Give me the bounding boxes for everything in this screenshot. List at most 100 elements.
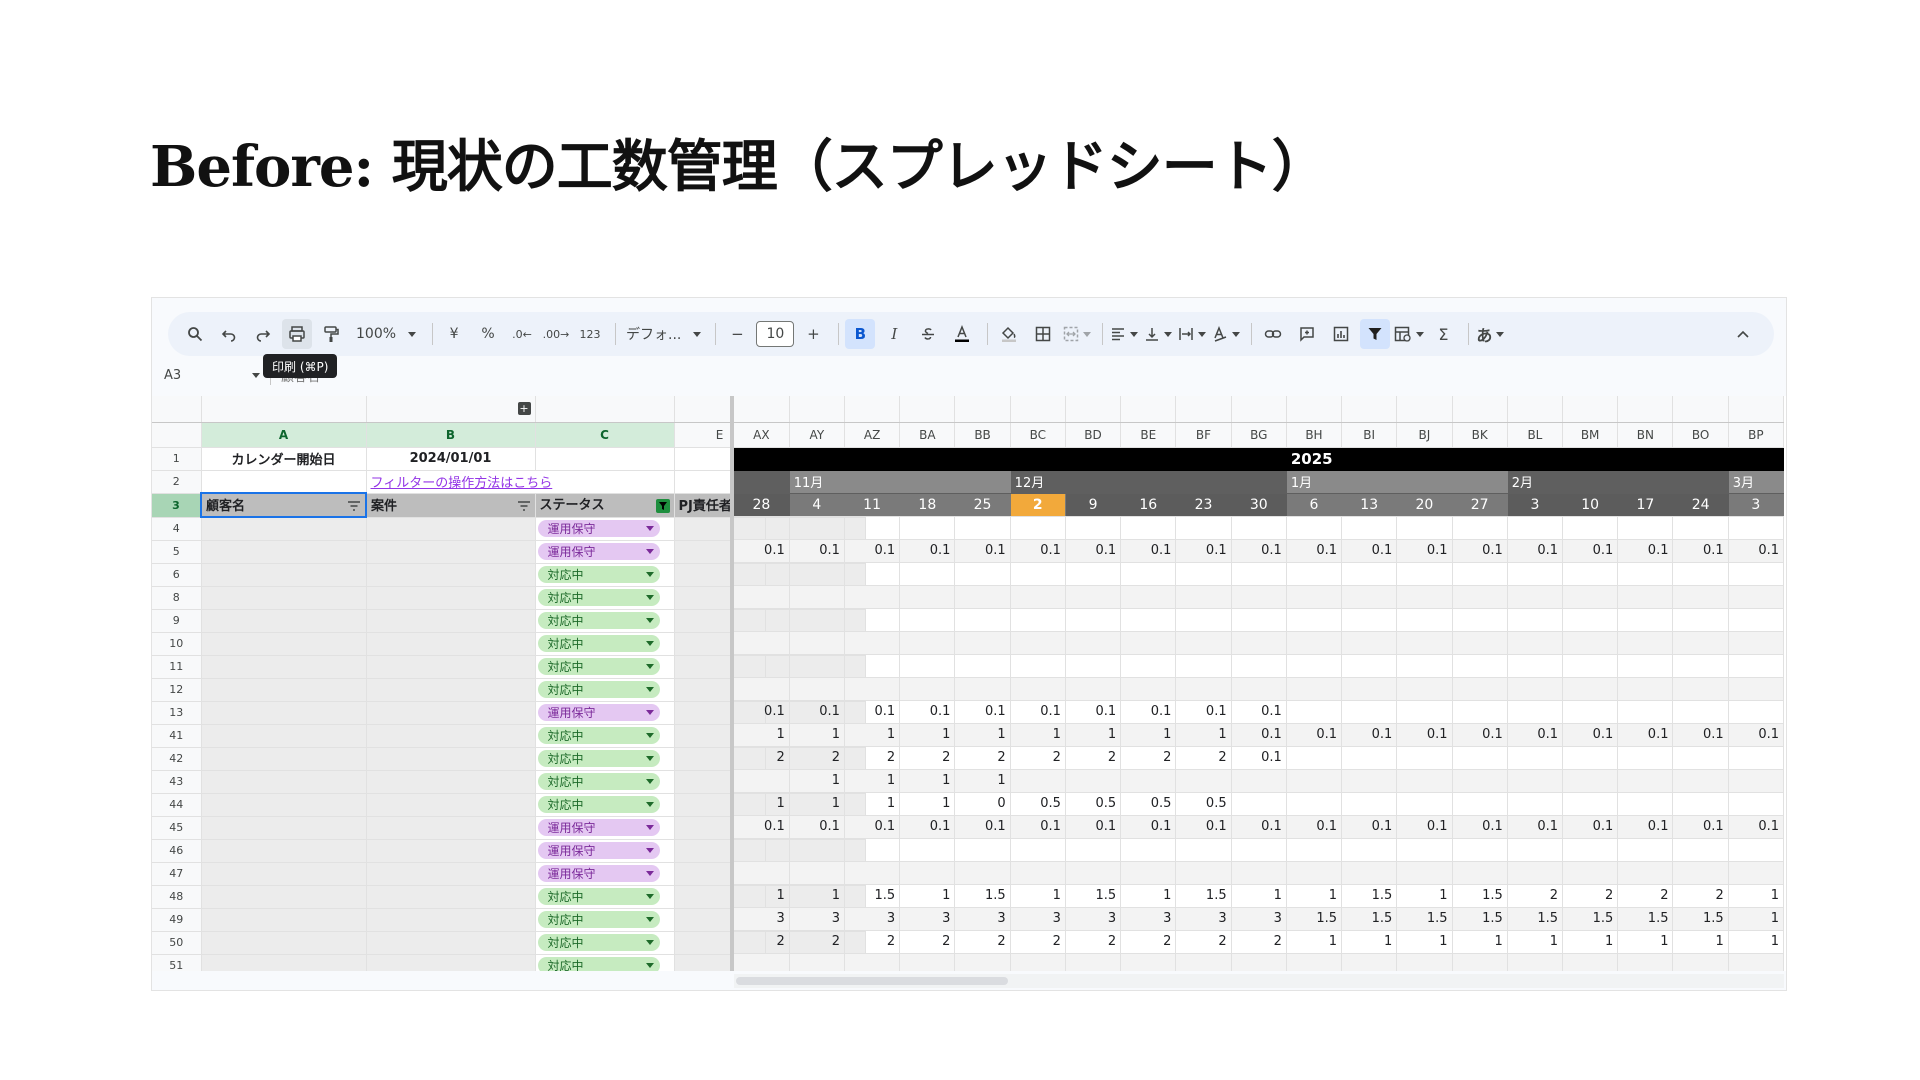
- row-header[interactable]: 6: [152, 563, 202, 587]
- effort-cell[interactable]: [1010, 654, 1066, 678]
- effort-cell[interactable]: [1672, 861, 1729, 885]
- effort-cell[interactable]: 2: [1672, 884, 1729, 908]
- effort-cell[interactable]: [1120, 631, 1177, 655]
- column-header-bo[interactable]: BO: [1672, 422, 1729, 448]
- effort-cell[interactable]: 0.1: [1672, 539, 1729, 563]
- effort-cell[interactable]: 0.1: [1286, 815, 1343, 839]
- year-cell[interactable]: [954, 447, 1011, 471]
- year-cell[interactable]: [1452, 447, 1508, 471]
- row-header[interactable]: 48: [152, 885, 202, 909]
- status-cell[interactable]: 対応中: [535, 770, 675, 794]
- week-day-cell[interactable]: 3: [1728, 493, 1785, 517]
- customer-cell[interactable]: [201, 540, 367, 564]
- effort-cell[interactable]: [954, 861, 1011, 885]
- effort-cell[interactable]: 1: [844, 792, 901, 816]
- column-header-bp[interactable]: BP: [1728, 422, 1785, 448]
- project-cell[interactable]: [366, 655, 536, 679]
- year-label[interactable]: 2025: [1286, 447, 1343, 471]
- effort-cell[interactable]: 0.1: [1010, 815, 1066, 839]
- status-chip[interactable]: 運用保守: [537, 704, 660, 721]
- effort-cell[interactable]: [1562, 562, 1619, 586]
- effort-cell[interactable]: 1: [1231, 884, 1287, 908]
- effort-cell[interactable]: [1562, 654, 1619, 678]
- week-day-cell[interactable]: 24: [1672, 493, 1729, 517]
- effort-cell[interactable]: [1010, 631, 1066, 655]
- effort-cell[interactable]: [1286, 861, 1343, 885]
- effort-cell[interactable]: [1396, 585, 1453, 609]
- effort-cell[interactable]: [1562, 953, 1619, 971]
- effort-cell[interactable]: [1175, 769, 1232, 793]
- effort-cell[interactable]: [1231, 792, 1287, 816]
- effort-cell[interactable]: 1.5: [1452, 907, 1508, 931]
- header-cell-c[interactable]: ステータス: [535, 493, 675, 518]
- effort-cell[interactable]: 2: [1175, 746, 1232, 770]
- effort-cell[interactable]: [1672, 585, 1729, 609]
- effort-cell[interactable]: [1617, 838, 1674, 862]
- functions-button[interactable]: Σ: [1428, 319, 1458, 349]
- row-header[interactable]: 45: [152, 816, 202, 840]
- column-header-bm[interactable]: BM: [1562, 422, 1619, 448]
- week-day-cell[interactable]: 3: [1507, 493, 1564, 517]
- effort-cell[interactable]: [1452, 631, 1508, 655]
- effort-cell[interactable]: [734, 516, 790, 540]
- effort-cell[interactable]: 0.1: [1452, 723, 1508, 747]
- year-cell[interactable]: [1120, 447, 1177, 471]
- customer-cell[interactable]: [201, 770, 367, 794]
- effort-cell[interactable]: 0.1: [1507, 539, 1564, 563]
- effort-cell[interactable]: [954, 585, 1011, 609]
- effort-cell[interactable]: [1010, 677, 1066, 701]
- status-chip[interactable]: 対応中: [537, 934, 660, 951]
- effort-cell[interactable]: 0.5: [1065, 792, 1122, 816]
- effort-cell[interactable]: [1396, 608, 1453, 632]
- effort-cell[interactable]: [1286, 562, 1343, 586]
- effort-cell[interactable]: 0.1: [1617, 539, 1674, 563]
- row-header[interactable]: 8: [152, 586, 202, 610]
- effort-cell[interactable]: 2: [789, 930, 845, 954]
- effort-cell[interactable]: 0.1: [789, 700, 845, 724]
- effort-cell[interactable]: 1.5: [1617, 907, 1674, 931]
- effort-cell[interactable]: 0.1: [734, 539, 790, 563]
- effort-cell[interactable]: [1286, 677, 1343, 701]
- effort-cell[interactable]: [1286, 838, 1343, 862]
- effort-cell[interactable]: 0.1: [1617, 723, 1674, 747]
- effort-cell[interactable]: [1341, 746, 1398, 770]
- effort-cell[interactable]: [1231, 585, 1287, 609]
- status-chip[interactable]: 対応中: [537, 750, 660, 767]
- effort-cell[interactable]: 2: [954, 930, 1011, 954]
- effort-cell[interactable]: [1396, 861, 1453, 885]
- effort-cell[interactable]: 1.5: [1341, 884, 1398, 908]
- effort-cell[interactable]: 3: [1065, 907, 1122, 931]
- filter-button[interactable]: [1360, 319, 1391, 349]
- hide-menus-button[interactable]: [1728, 319, 1758, 349]
- effort-cell[interactable]: [1728, 516, 1785, 540]
- project-cell[interactable]: [366, 793, 536, 817]
- font-family-select[interactable]: デフォ...: [622, 319, 705, 349]
- effort-cell[interactable]: [1065, 516, 1122, 540]
- status-chip[interactable]: 対応中: [537, 589, 660, 606]
- project-cell[interactable]: [366, 862, 536, 886]
- effort-cell[interactable]: [1010, 861, 1066, 885]
- effort-cell[interactable]: 0.1: [1728, 723, 1785, 747]
- effort-cell[interactable]: 1: [734, 723, 790, 747]
- effort-cell[interactable]: 0.1: [1672, 723, 1729, 747]
- status-chip[interactable]: 対応中: [537, 888, 660, 905]
- effort-cell[interactable]: [1672, 631, 1729, 655]
- row-header[interactable]: 4: [152, 517, 202, 541]
- effort-cell[interactable]: [1672, 516, 1729, 540]
- column-header-bl[interactable]: BL: [1507, 422, 1564, 448]
- effort-cell[interactable]: [1452, 746, 1508, 770]
- effort-cell[interactable]: [1452, 516, 1508, 540]
- effort-cell[interactable]: 2: [899, 930, 956, 954]
- effort-cell[interactable]: [1617, 585, 1674, 609]
- year-cell[interactable]: [1396, 447, 1453, 471]
- status-chip[interactable]: 運用保守: [537, 520, 660, 537]
- effort-cell[interactable]: [1231, 631, 1287, 655]
- month-label[interactable]: 2月: [1507, 470, 1564, 494]
- text-rotation-button[interactable]: [1211, 319, 1241, 349]
- borders-button[interactable]: [1028, 319, 1058, 349]
- effort-cell[interactable]: [1010, 516, 1066, 540]
- effort-cell[interactable]: [1286, 631, 1343, 655]
- status-chip[interactable]: 対応中: [537, 658, 660, 675]
- effort-cell[interactable]: [1728, 700, 1785, 724]
- effort-cell[interactable]: 0.1: [1672, 815, 1729, 839]
